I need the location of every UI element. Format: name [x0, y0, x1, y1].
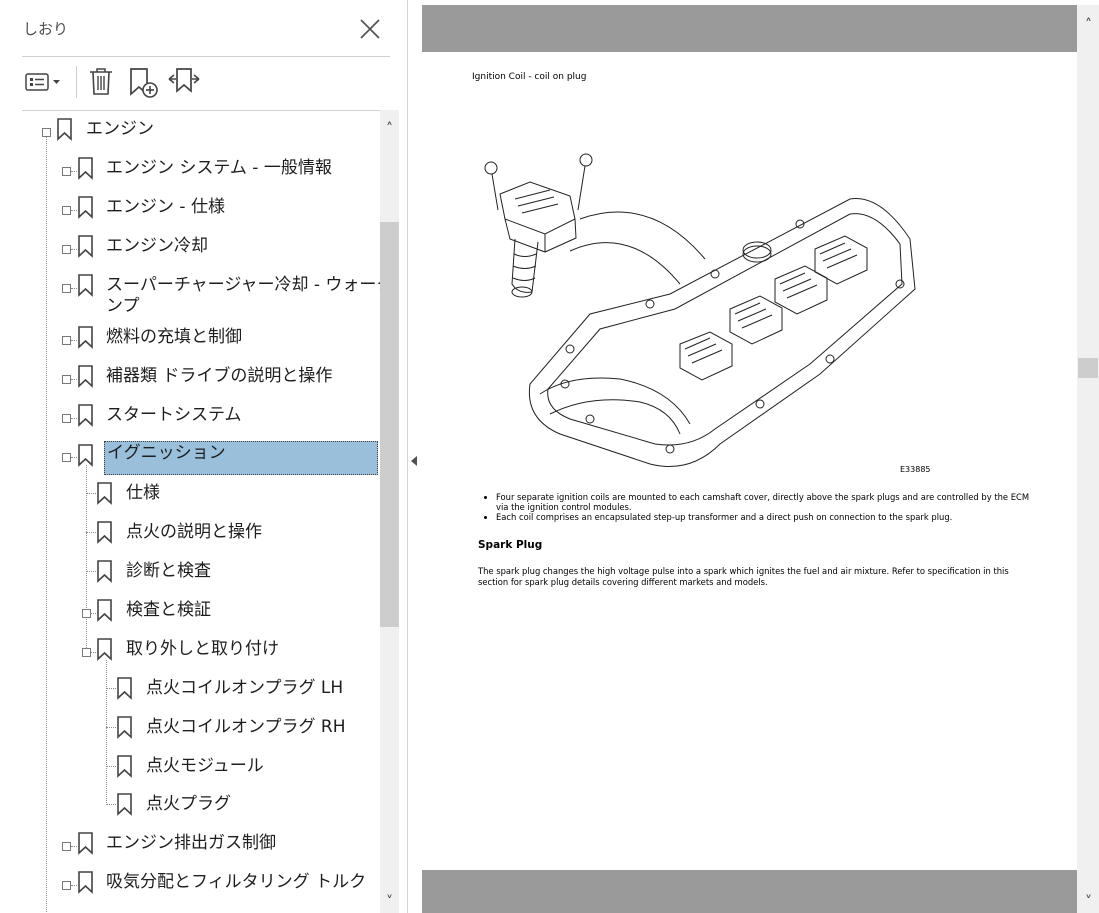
bookmark-icon — [78, 235, 93, 258]
bookmark-item[interactable]: 取り外しと取り付け — [0, 637, 380, 663]
bookmark-item[interactable]: 検査と検証 — [0, 598, 380, 624]
trash-icon[interactable] — [86, 64, 116, 100]
bookmark-label: エンジン システム - 一般情報 — [106, 158, 332, 178]
bookmark-label: 取り外しと取り付け — [126, 639, 279, 659]
bookmark-label: エンジン冷却 — [106, 236, 208, 256]
bookmark-icon — [117, 755, 132, 778]
bookmark-item[interactable]: 点火プラグ — [0, 792, 380, 818]
panel-title: しおり — [23, 20, 69, 38]
bookmark-icon — [117, 716, 132, 739]
body-paragraph: The spark plug changes the high voltage … — [478, 566, 1009, 587]
bookmark-label: 仕様 — [126, 483, 160, 503]
bookmark-item-engine[interactable]: エンジン — [0, 117, 380, 143]
bookmark-item[interactable]: エンジン冷却 — [0, 234, 380, 260]
bookmark-icon — [78, 326, 93, 349]
bookmark-label-continued: ンプ — [106, 296, 140, 316]
document-scroll-thumb[interactable] — [1078, 358, 1098, 378]
bookmark-item[interactable]: エンジン排出ガス制御 — [0, 831, 380, 857]
bookmark-item[interactable]: エンジン システム - 一般情報 — [0, 156, 380, 182]
chevron-down-icon[interactable]: ˅ — [1079, 895, 1098, 909]
document-page: Ignition Coil - coil on plug E33885 • Fo… — [422, 52, 1077, 870]
bookmark-item[interactable]: 仕様 — [0, 481, 380, 507]
bookmarks-panel: しおり エンジン エンジン システム - 一般情報 エンジン - 仕様 エンジン… — [0, 0, 408, 913]
chevron-down-icon[interactable]: ˅ — [380, 895, 399, 909]
new-bookmark-icon[interactable] — [126, 64, 160, 100]
bookmark-icon — [78, 365, 93, 388]
chevron-up-icon[interactable]: ˄ — [1079, 18, 1098, 32]
bookmark-icon — [97, 560, 112, 583]
bookmark-label: 点火コイルオンプラグ RH — [146, 717, 346, 737]
bookmark-item[interactable]: スタートシステム — [0, 403, 380, 429]
section-heading: Spark Plug — [478, 539, 543, 551]
bullet-list: Four separate ignition coils are mounted… — [482, 492, 1036, 522]
bookmark-icon — [78, 274, 93, 297]
bookmark-label: 診断と検査 — [126, 561, 211, 581]
bookmark-icon — [117, 677, 132, 700]
close-icon[interactable] — [356, 15, 384, 43]
chevron-up-icon[interactable]: ˄ — [380, 122, 399, 136]
bookmark-label: エンジン排出ガス制御 — [106, 833, 276, 853]
bookmark-label: イグニッション — [104, 441, 378, 475]
expand-toggle-icon[interactable] — [42, 128, 51, 137]
page-header: Ignition Coil - coil on plug — [472, 72, 587, 82]
bookmark-icon — [78, 157, 93, 180]
bookmark-icon — [97, 521, 112, 544]
bookmark-tree-scroll-thumb[interactable] — [380, 222, 399, 627]
bookmark-item[interactable]: 吸気分配とフィルタリング トルク — [0, 870, 380, 896]
collapse-panel-icon[interactable] — [408, 452, 420, 470]
divider — [22, 56, 390, 57]
bookmark-icon — [97, 638, 112, 661]
bookmark-icon — [57, 118, 72, 141]
bookmark-item[interactable]: 点火の説明と操作 — [0, 520, 380, 546]
bookmark-label: 点火モジュール — [146, 756, 264, 776]
bookmark-label: エンジン — [86, 119, 154, 139]
document-viewer: Ignition Coil - coil on plug E33885 • Fo… — [422, 5, 1077, 913]
bookmark-label: 吸気分配とフィルタリング トルク — [106, 872, 367, 892]
bookmark-icon — [78, 404, 93, 427]
bookmark-item[interactable]: 点火モジュール — [0, 754, 380, 780]
bookmark-icon — [78, 196, 93, 219]
bookmark-label: エンジン - 仕様 — [106, 197, 225, 217]
bookmark-label: 点火コイルオンプラグ LH — [146, 678, 344, 698]
bookmark-icon — [78, 871, 93, 894]
bookmark-label: 検査と検証 — [126, 600, 211, 620]
bookmark-icon — [97, 482, 112, 505]
expand-bookmark-icon[interactable] — [166, 64, 202, 100]
bookmark-item[interactable]: 診断と検査 — [0, 559, 380, 585]
list-options-icon[interactable] — [24, 64, 64, 100]
bullet-item: Four separate ignition coils are mounted… — [496, 492, 1036, 512]
bookmark-label: 点火プラグ — [146, 794, 231, 814]
bookmark-item-ignition[interactable]: イグニッション — [0, 441, 380, 475]
bookmark-icon — [78, 832, 93, 855]
bookmark-item[interactable]: 点火コイルオンプラグ RH — [0, 715, 380, 741]
ignition-coil-illustration — [484, 153, 916, 467]
bookmark-item[interactable]: 燃料の充填と制御 — [0, 325, 380, 351]
bookmark-icon — [117, 793, 132, 816]
bookmark-label: 補器類 ドライブの説明と操作 — [106, 366, 333, 386]
bookmark-item[interactable]: スーパーチャージャー冷却 - ウォーターポ ンプ — [0, 273, 380, 319]
bookmark-label: スタートシステム — [106, 405, 242, 425]
bookmark-item[interactable]: 補器類 ドライブの説明と操作 — [0, 364, 380, 390]
bookmark-item[interactable]: 点火コイルオンプラグ LH — [0, 676, 380, 702]
bookmark-label: 燃料の充填と制御 — [106, 327, 242, 347]
bookmark-tree: エンジン エンジン システム - 一般情報 エンジン - 仕様 エンジン冷却 ス… — [0, 110, 380, 913]
bookmark-icon — [97, 599, 112, 622]
bookmark-label: スーパーチャージャー冷却 - ウォーターポ — [106, 275, 380, 295]
toolbar-divider — [76, 66, 77, 98]
document-scrollbar[interactable] — [1077, 5, 1099, 913]
figure-id: E33885 — [900, 465, 931, 474]
bookmark-icon — [78, 444, 93, 467]
bookmark-item[interactable]: エンジン - 仕様 — [0, 195, 380, 221]
bullet-item: Each coil comprises an encapsulated step… — [496, 512, 1036, 522]
bookmark-label: 点火の説明と操作 — [126, 522, 262, 542]
